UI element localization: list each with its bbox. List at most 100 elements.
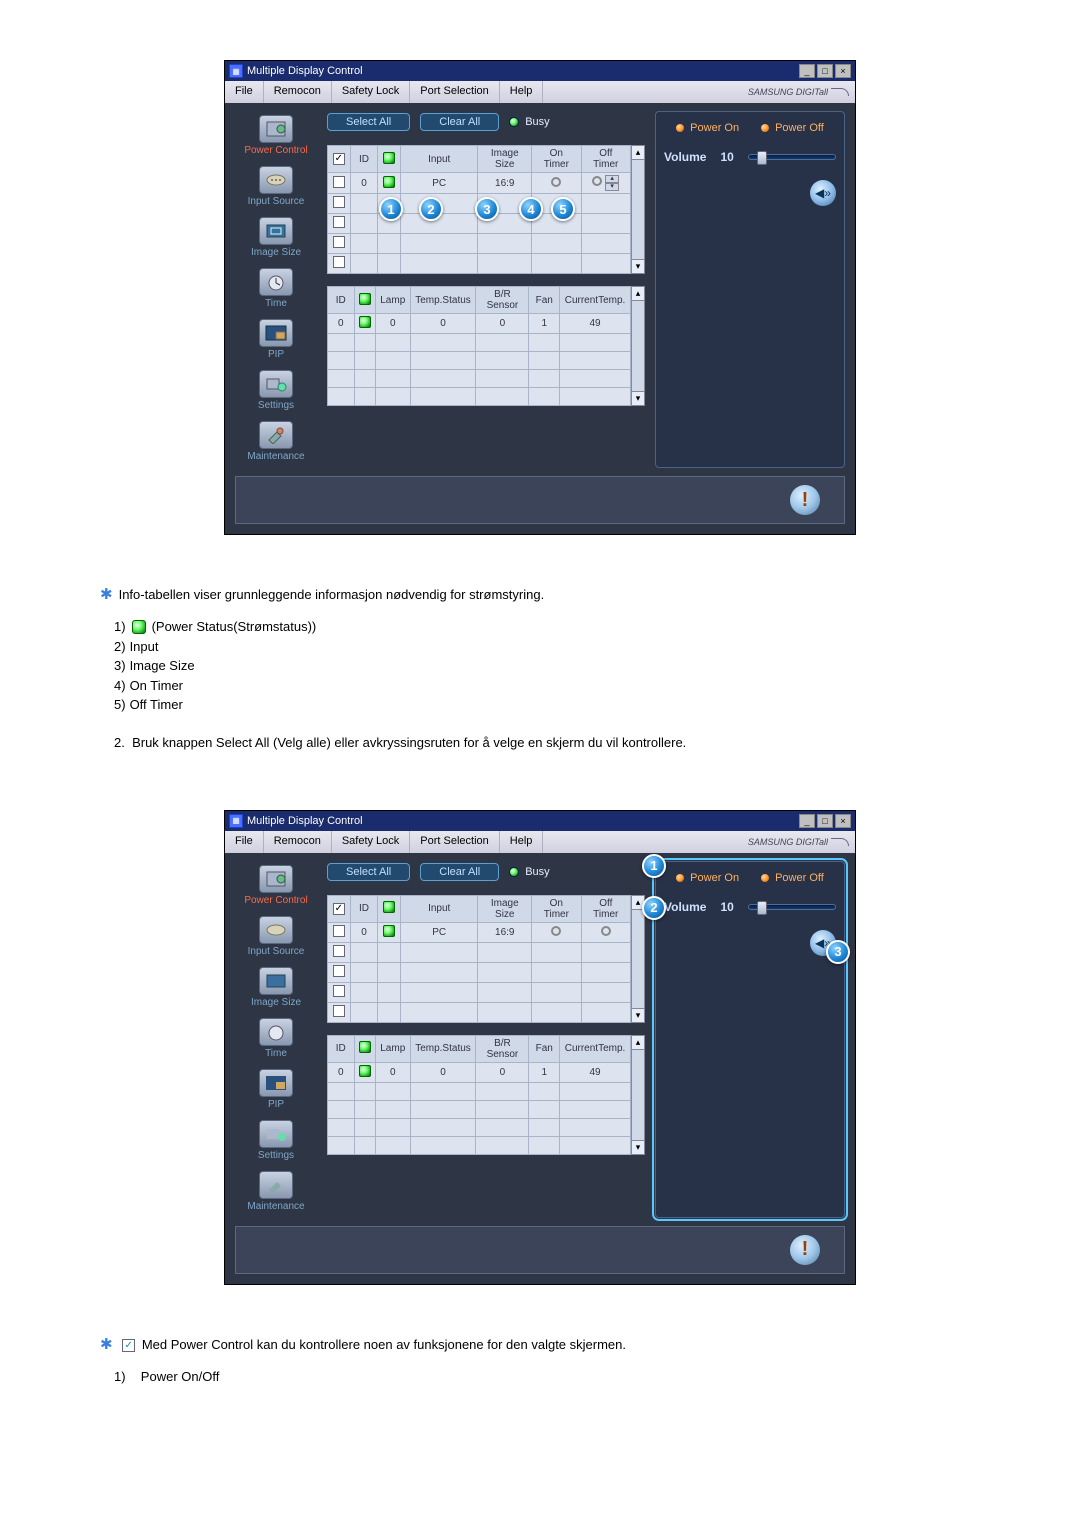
col-image-size: Image Size (478, 146, 532, 173)
table-row[interactable] (328, 388, 631, 406)
info-list-1: 1) (Power Status(Strømstatus)) 2) Input … (114, 617, 1010, 715)
power-off-button[interactable]: Power Off (761, 872, 824, 884)
maximize-button[interactable]: □ (817, 64, 833, 78)
table-row[interactable] (328, 962, 631, 982)
menu-safety-lock[interactable]: Safety Lock (332, 831, 410, 853)
sidebar-item-pip[interactable]: PIP (235, 1065, 317, 1116)
power-on-button[interactable]: Power On (676, 122, 739, 134)
power-on-button[interactable]: Power On (676, 872, 739, 884)
sidebar-item-label: Image Size (251, 247, 301, 258)
table-row[interactable] (328, 334, 631, 352)
info-table: ID Input Image Size On Timer Off Timer 0… (327, 145, 631, 274)
table-row[interactable] (328, 982, 631, 1002)
sidebar-item-input-source[interactable]: Input Source (235, 162, 317, 213)
menu-help[interactable]: Help (500, 831, 544, 853)
time-icon (259, 268, 293, 296)
volume-value: 10 (720, 150, 733, 164)
col2-br-sensor: B/R Sensor (476, 1035, 529, 1062)
table-row[interactable]: 0000149 (328, 1062, 631, 1082)
clear-all-button[interactable]: Clear All (420, 863, 499, 881)
menu-file[interactable]: File (225, 831, 264, 853)
minimize-button[interactable]: _ (799, 64, 815, 78)
sidebar-item-image-size[interactable]: Image Size (235, 213, 317, 264)
table-row[interactable] (328, 352, 631, 370)
menu-port-selection[interactable]: Port Selection (410, 81, 499, 103)
col2-current-temp: CurrentTemp. (560, 287, 631, 314)
star-icon: ✱ (100, 586, 113, 603)
sidebar-item-maintenance[interactable]: Maintenance (235, 1167, 317, 1218)
sidebar-item-label: PIP (268, 1099, 284, 1110)
sidebar-item-power-control[interactable]: Power Control (235, 861, 317, 912)
sidebar-item-image-size[interactable]: Image Size (235, 963, 317, 1014)
info-text-1: ✱Info-tabellen viser grunnleggende infor… (100, 585, 1010, 603)
sidebar-item-power-control[interactable]: Power Control (235, 111, 317, 162)
info-list-2: 1) Power On/Off (114, 1367, 1010, 1387)
row-checkbox[interactable] (333, 176, 345, 188)
sidebar-item-label: Settings (258, 400, 294, 411)
volume-slider[interactable] (748, 904, 836, 910)
col2-status (359, 1041, 371, 1053)
col-checkbox[interactable] (328, 146, 351, 173)
busy-dot-icon (509, 867, 519, 877)
menu-file[interactable]: File (225, 81, 264, 103)
menu-port-selection[interactable]: Port Selection (410, 831, 499, 853)
table-row[interactable] (328, 254, 631, 274)
table-row[interactable] (328, 1136, 631, 1154)
col-id: ID (350, 146, 378, 173)
toolbar: Select All Clear All Busy (327, 861, 645, 889)
sidebar-item-settings[interactable]: Settings (235, 1116, 317, 1167)
table-row[interactable] (328, 1118, 631, 1136)
scrollbar[interactable]: ▴▾ (631, 286, 645, 406)
col2-fan: Fan (529, 287, 560, 314)
table-row[interactable] (328, 370, 631, 388)
title-bar[interactable]: ▦ Multiple Display Control _ □ × (225, 811, 855, 831)
sidebar-item-label: Maintenance (247, 1201, 304, 1212)
menu-bar: File Remocon Safety Lock Port Selection … (225, 831, 855, 853)
col-on-timer: On Timer (532, 146, 581, 173)
table-row[interactable]: 0 PC 16:9 ▴▾ (328, 173, 631, 194)
power-icon (259, 865, 293, 893)
speaker-icon[interactable]: ◀» (810, 180, 836, 206)
menu-safety-lock[interactable]: Safety Lock (332, 81, 410, 103)
col-checkbox[interactable] (333, 903, 345, 915)
menu-bar: File Remocon Safety Lock Port Selection … (225, 81, 855, 103)
scrollbar[interactable]: ▴▾ (631, 1035, 645, 1155)
select-all-button[interactable]: Select All (327, 863, 410, 881)
sidebar-item-settings[interactable]: Settings (235, 366, 317, 417)
clear-all-button[interactable]: Clear All (420, 113, 499, 131)
minimize-button[interactable]: _ (799, 814, 815, 828)
app-icon: ▦ (229, 814, 243, 828)
callout-2: 2 (642, 896, 666, 920)
scrollbar[interactable]: ▴▾ (631, 145, 645, 274)
time-icon (259, 1018, 293, 1046)
menu-help[interactable]: Help (500, 81, 544, 103)
menu-remocon[interactable]: Remocon (264, 81, 332, 103)
title-bar[interactable]: ▦ Multiple Display Control _ □ × (225, 61, 855, 81)
table-row[interactable] (328, 234, 631, 254)
power-off-icon (761, 124, 769, 132)
maximize-button[interactable]: □ (817, 814, 833, 828)
close-button[interactable]: × (835, 64, 851, 78)
sidebar-item-time[interactable]: Time (235, 264, 317, 315)
sidebar-item-label: Maintenance (247, 451, 304, 462)
table-row[interactable]: 0 PC 16:9 (328, 922, 631, 942)
sidebar-item-time[interactable]: Time (235, 1014, 317, 1065)
status-icon (383, 925, 395, 937)
sidebar-item-input-source[interactable]: Input Source (235, 912, 317, 963)
menu-remocon[interactable]: Remocon (264, 831, 332, 853)
table-row[interactable] (328, 1082, 631, 1100)
table-row[interactable] (328, 1002, 631, 1022)
info-text-3: ✱ Med Power Control kan du kontrollere n… (100, 1335, 1010, 1353)
callout-2: 2 (419, 197, 443, 221)
table-row[interactable]: 0 0 0 0 1 49 (328, 314, 631, 334)
sidebar-item-maintenance[interactable]: Maintenance (235, 417, 317, 468)
sidebar-item-pip[interactable]: PIP (235, 315, 317, 366)
power-off-button[interactable]: Power Off (761, 122, 824, 134)
table-row[interactable] (328, 942, 631, 962)
sidebar-item-label: Power Control (244, 145, 307, 156)
volume-slider[interactable] (748, 154, 836, 160)
table-row[interactable] (328, 1100, 631, 1118)
close-button[interactable]: × (835, 814, 851, 828)
select-all-button[interactable]: Select All (327, 113, 410, 131)
col-status (378, 146, 401, 173)
